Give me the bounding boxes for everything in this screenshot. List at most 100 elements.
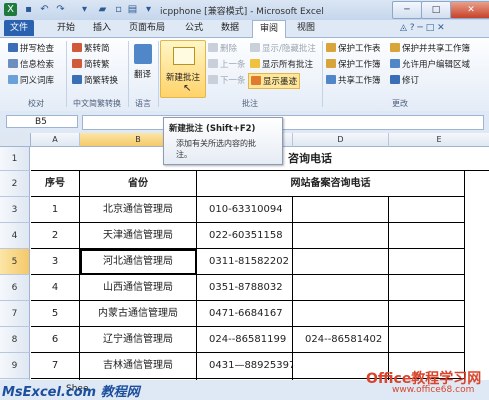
number-cell[interactable]: 1 (31, 197, 80, 223)
save-icon[interactable]: ▪ (22, 3, 35, 16)
province-cell[interactable]: 山西通信管理局 (80, 275, 197, 301)
name-box[interactable]: B5 (6, 115, 78, 128)
tab-insert[interactable]: 插入 (86, 20, 118, 36)
empty-cell[interactable] (389, 249, 465, 275)
province-cell[interactable]: 内蒙古通信管理局 (80, 301, 197, 327)
province-cell[interactable]: 天津通信管理局 (80, 223, 197, 249)
number-cell[interactable]: 2 (31, 223, 80, 249)
empty-cell[interactable] (389, 223, 465, 249)
row-header[interactable]: 4 (0, 223, 30, 249)
maximize-button[interactable]: □ (421, 1, 451, 19)
spell-check-button[interactable]: 拼写检查 (8, 42, 54, 54)
minimize-button[interactable]: ─ (392, 1, 422, 19)
phone-cell[interactable]: 0431—88925397 (197, 353, 293, 379)
phone-cell[interactable]: 010-63310094 (197, 197, 293, 223)
number-cell[interactable]: 3 (31, 249, 80, 275)
share-workbook-button[interactable]: 共享工作簿 (326, 74, 381, 86)
new-comment-button[interactable]: 新建批注 ↖ (160, 40, 206, 98)
phone-cell-2[interactable] (293, 249, 389, 275)
track-changes-button[interactable]: 修订 (390, 74, 419, 86)
chinese-conversion-button[interactable]: 简繁转换 (72, 74, 118, 86)
empty-cell[interactable] (389, 197, 465, 223)
number-cell[interactable]: 4 (31, 275, 80, 301)
previous-comment-button[interactable]: 上一条 (208, 58, 246, 70)
header-cell[interactable]: 省份 (80, 171, 197, 197)
to-traditional-button[interactable]: 简转繁 (72, 58, 110, 70)
number-cell[interactable]: 7 (31, 353, 80, 379)
tab-formulas[interactable]: 公式 (178, 20, 210, 36)
watermark-url: www.office68.com (392, 385, 475, 395)
translate-button[interactable]: 翻译 (134, 68, 151, 80)
column-header[interactable]: D (293, 133, 389, 147)
delete-comment-button[interactable]: 删除 (208, 42, 237, 54)
empty-cell[interactable] (389, 301, 465, 327)
phone-cell[interactable]: 0351-8788032 (197, 275, 293, 301)
phone-cell[interactable]: 0471-6684167 (197, 301, 293, 327)
header-cell[interactable]: 序号 (31, 171, 80, 197)
tab-page-layout[interactable]: 页面布局 (122, 20, 172, 36)
phone-cell-2[interactable] (293, 275, 389, 301)
show-hide-comment-button[interactable]: 显示/隐藏批注 (250, 42, 316, 54)
print-icon[interactable]: ▤ (126, 3, 139, 16)
close-button[interactable]: ✕ (450, 1, 489, 19)
redo-icon[interactable]: ↷ (54, 3, 67, 16)
row-header[interactable]: 7 (0, 301, 30, 327)
row-header[interactable]: 2 (0, 171, 30, 197)
convert-icon (72, 59, 82, 68)
protect-share-button[interactable]: 保护并共享工作簿 (390, 42, 470, 54)
header-cell[interactable]: 网站备案咨询电话 (197, 171, 465, 197)
select-all-corner[interactable] (0, 133, 31, 147)
previous-comment-icon (208, 59, 218, 68)
to-simplified-button[interactable]: 繁转简 (72, 42, 110, 54)
help-icon[interactable]: ◬ ? ─ □ ✕ (400, 23, 445, 33)
customize-qat-icon[interactable]: ▾ (142, 3, 155, 16)
phone-cell[interactable]: 0311-81582202 (197, 249, 293, 275)
province-cell[interactable]: 北京通信管理局 (80, 197, 197, 223)
phone-cell-2[interactable] (293, 197, 389, 223)
tab-home[interactable]: 开始 (50, 20, 82, 36)
tab-file[interactable]: 文件 (4, 20, 34, 36)
phone-cell-2[interactable] (293, 301, 389, 327)
row-header[interactable]: 1 (0, 147, 30, 171)
sheet-tab-bar: Shee MsExcel.com 教程网 Office教程学习网 www.off… (0, 371, 489, 400)
tab-review[interactable]: 审阅 (252, 20, 287, 38)
spreadsheet-grid[interactable]: A B C D E 咨询电话 序号 省份 网站备案咨询电话 1234567891… (0, 133, 489, 380)
protect-sheet-button[interactable]: 保护工作表 (326, 42, 381, 54)
tab-data[interactable]: 数据 (214, 20, 246, 36)
phone-cell[interactable]: 024--86581199 (197, 327, 293, 353)
number-cell[interactable]: 5 (31, 301, 80, 327)
row-header[interactable]: 8 (0, 327, 30, 353)
column-header[interactable]: E (389, 133, 489, 147)
phone-cell[interactable]: 022-60351158 (197, 223, 293, 249)
group-label-comments: 批注 (242, 99, 258, 108)
phone-cell-2[interactable]: 024--86581402 (293, 327, 389, 353)
new-document-icon[interactable]: ▫ (112, 3, 125, 16)
show-all-comments-icon (250, 59, 260, 68)
row-header[interactable]: 6 (0, 275, 30, 301)
number-cell[interactable]: 6 (31, 327, 80, 353)
undo-icon[interactable]: ↶ (38, 3, 51, 16)
row-header[interactable]: 3 (0, 197, 30, 223)
province-cell[interactable]: 辽宁通信管理局 (80, 327, 197, 353)
empty-cell[interactable] (389, 275, 465, 301)
allow-edit-ranges-button[interactable]: 允许用户编辑区域 (390, 58, 470, 70)
protect-workbook-button[interactable]: 保护工作簿 (326, 58, 381, 70)
formula-input[interactable] (82, 115, 484, 130)
open-folder-icon[interactable]: ▰ (96, 3, 109, 16)
watermark-left: MsExcel.com 教程网 (2, 385, 140, 400)
show-ink-button[interactable]: 显示墨迹 (248, 73, 301, 89)
tab-view[interactable]: 视图 (290, 20, 322, 36)
tooltip-body-2: 注。 (176, 150, 192, 159)
selected-cell[interactable]: 河北通信管理局 (80, 249, 197, 275)
province-cell[interactable]: 吉林通信管理局 (80, 353, 197, 379)
research-button[interactable]: 信息检索 (8, 58, 54, 70)
column-header[interactable]: A (31, 133, 80, 147)
phone-cell-2[interactable] (293, 223, 389, 249)
thesaurus-button[interactable]: 同义词库 (8, 74, 54, 86)
empty-cell[interactable] (389, 327, 465, 353)
row-header[interactable]: 5 (0, 249, 30, 275)
show-all-comments-button[interactable]: 显示所有批注 (250, 58, 313, 70)
paint-icon[interactable]: ▾ (78, 3, 91, 16)
next-comment-button[interactable]: 下一条 (208, 74, 246, 86)
row-header[interactable]: 9 (0, 353, 30, 379)
